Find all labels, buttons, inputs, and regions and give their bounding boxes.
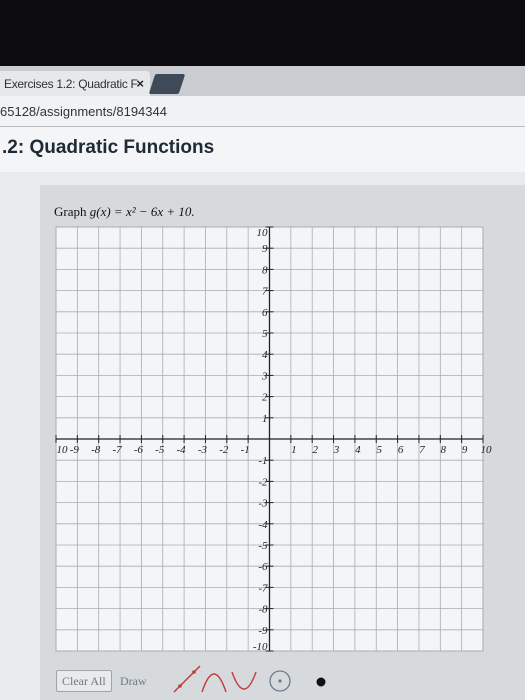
y-tick-label: -8 [258, 604, 268, 616]
point-tool-icon[interactable] [306, 660, 336, 696]
x-tick-label: -4 [177, 444, 187, 456]
x-tick-label: -8 [91, 444, 101, 456]
y-tick-label: -3 [258, 498, 268, 510]
y-tick-label: 2 [262, 392, 268, 404]
y-tick-label: -2 [258, 476, 268, 488]
x-tick-label: -7 [112, 444, 122, 456]
x-tick-label: 9 [462, 444, 468, 456]
y-tick-label: -10 [253, 641, 268, 653]
x-tick-label: 6 [398, 444, 404, 456]
y-tick-label: -1 [258, 455, 267, 467]
graph-area[interactable]: 10 -9 -8 -7 -6 -5 -4 -3 -2 -1 1 2 3 4 5 6 7 8 9 10109876543… [0, 0, 525, 700]
y-tick-label: 8 [262, 264, 268, 276]
draw-label: Draw [120, 674, 147, 688]
y-tick-label: 4 [262, 349, 268, 361]
x-tick-label: 7 [419, 444, 425, 456]
x-tick-label: 8 [441, 444, 447, 456]
x-tick-label: -1 [241, 444, 250, 456]
graph-toolbar: Clear All Draw [56, 660, 525, 696]
x-tick-label: 5 [377, 444, 383, 456]
y-tick-label: -5 [258, 540, 268, 552]
y-tick-label: 10 [257, 227, 269, 239]
y-tick-label: 7 [262, 286, 268, 298]
y-tick-label: -4 [258, 519, 268, 531]
x-tick-label: 1 [291, 444, 297, 456]
y-tick-label: 9 [262, 243, 268, 255]
x-tick-label: 2 [312, 444, 318, 456]
y-tick-label: 5 [262, 328, 268, 340]
x-tick-label: -2 [219, 444, 229, 456]
x-tick-label: 10 [57, 444, 69, 456]
y-tick-label: 1 [262, 413, 268, 425]
x-tick-label: -6 [134, 444, 144, 456]
x-tick-label: 4 [355, 444, 361, 456]
parabola-up-tool-icon[interactable] [198, 660, 230, 696]
x-tick-label: 10 [481, 444, 493, 456]
circle-tool-icon[interactable] [262, 660, 296, 696]
y-tick-label: 6 [262, 307, 268, 319]
x-tick-label: 3 [333, 444, 340, 456]
y-tick-label: 3 [261, 370, 268, 382]
x-tick-label: -5 [155, 444, 165, 456]
y-tick-label: -9 [258, 625, 268, 637]
y-tick-label: -7 [258, 582, 268, 594]
y-tick-label: -6 [258, 561, 268, 573]
x-tick-label: -9 [70, 444, 80, 456]
x-tick-label: -3 [198, 444, 208, 456]
parabola-down-tool-icon[interactable] [228, 660, 260, 696]
clear-all-button[interactable]: Clear All [56, 670, 112, 692]
